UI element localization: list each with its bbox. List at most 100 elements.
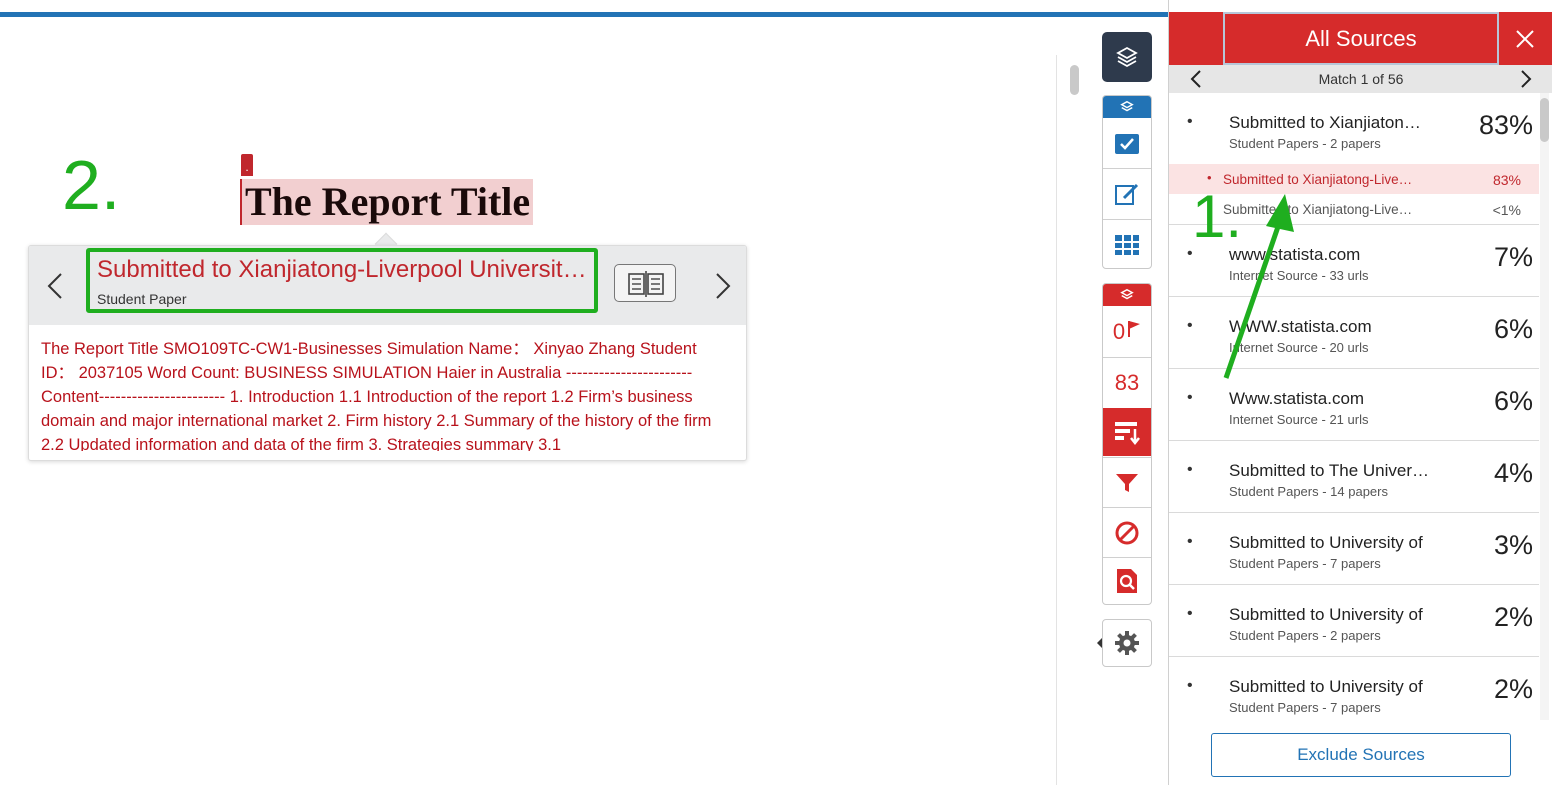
subsource-name: Submitted to Xianjiatong-Liverpool Unive… bbox=[1223, 172, 1413, 187]
excluded-sources-button[interactable] bbox=[1103, 509, 1151, 557]
subsource-name: Submitted to Xianjiatong-Liverpool Unive… bbox=[1223, 202, 1413, 217]
sidebar-header: All Sources bbox=[1169, 12, 1552, 65]
source-item[interactable]: • Submitted to The University Student Pa… bbox=[1169, 441, 1539, 513]
source-percentage: 7% bbox=[1493, 242, 1533, 272]
annotation-highlight-box bbox=[86, 248, 598, 313]
match-overview-button[interactable]: 83 bbox=[1103, 359, 1151, 407]
toolbar-divider bbox=[1103, 168, 1151, 169]
source-detail: Internet Source - 21 urls bbox=[1229, 412, 1369, 427]
book-compare-icon bbox=[628, 271, 664, 297]
sources-sidebar: All Sources Match 1 of 56 • Submitted to… bbox=[1168, 0, 1552, 785]
source-search-button[interactable] bbox=[1103, 557, 1151, 605]
layers-toggle-button[interactable] bbox=[1102, 32, 1152, 82]
source-percentage: 2% bbox=[1493, 674, 1533, 704]
source-percentage: 3% bbox=[1493, 530, 1533, 560]
sidebar-title[interactable]: All Sources bbox=[1223, 12, 1499, 65]
source-item[interactable]: • Submitted to University of Student Pap… bbox=[1169, 513, 1539, 585]
source-name: Www.statista.com bbox=[1229, 389, 1365, 408]
sort-list-icon bbox=[1115, 422, 1140, 445]
document-search-icon bbox=[1117, 569, 1137, 593]
gear-icon bbox=[1115, 631, 1139, 655]
match-navigation: Match 1 of 56 bbox=[1169, 65, 1552, 93]
source-detail: Student Papers - 2 papers bbox=[1229, 136, 1381, 151]
source-percentage: 6% bbox=[1493, 386, 1533, 416]
previous-match-icon[interactable] bbox=[43, 268, 69, 304]
flag-icon bbox=[1128, 321, 1141, 337]
close-icon[interactable] bbox=[1509, 24, 1541, 54]
popup-header: Submitted to Xianjiatong-Liverpool Unive… bbox=[29, 246, 746, 325]
subsource-percentage: 83% bbox=[1492, 172, 1521, 188]
source-detail: Student Papers - 7 papers bbox=[1229, 556, 1381, 571]
settings-button[interactable] bbox=[1102, 619, 1152, 667]
filter-icon bbox=[1116, 474, 1138, 492]
toolbar-divider bbox=[1103, 219, 1151, 220]
top-progress-bar bbox=[0, 12, 1168, 17]
similarity-score: 83 bbox=[1114, 370, 1140, 395]
match-marker[interactable]: . bbox=[241, 154, 253, 176]
annotation-step-1: 1. bbox=[1192, 183, 1243, 250]
grading-toolbar-group bbox=[1102, 95, 1152, 269]
source-percentage: 6% bbox=[1493, 314, 1533, 344]
rubric-grid-button[interactable] bbox=[1103, 221, 1151, 269]
source-percentage: 83% bbox=[1478, 110, 1533, 140]
subsource-percentage: <1% bbox=[1492, 202, 1521, 218]
source-name: Submitted to University of bbox=[1229, 605, 1423, 624]
source-item[interactable]: • Www.statista.com Internet Source - 21 … bbox=[1169, 369, 1539, 441]
source-detail: Student Papers - 7 papers bbox=[1229, 700, 1381, 715]
exclude-sources-button[interactable]: Exclude Sources bbox=[1211, 733, 1511, 777]
layers-icon bbox=[1120, 288, 1134, 300]
annotation-step-2: 2. bbox=[62, 146, 121, 224]
document-scrollbar[interactable] bbox=[1070, 65, 1079, 95]
side-by-side-compare-button[interactable] bbox=[614, 264, 676, 302]
highlighted-report-title[interactable]: The Report Title bbox=[240, 179, 534, 225]
edit-icon bbox=[1115, 183, 1139, 205]
sidebar-footer: Exclude Sources bbox=[1169, 720, 1552, 785]
flag-count: 0 bbox=[1112, 319, 1126, 344]
similarity-group-header[interactable] bbox=[1103, 284, 1151, 306]
edit-comment-button[interactable] bbox=[1103, 170, 1151, 218]
list-bullet: • bbox=[1187, 389, 1193, 406]
match-popup: Submitted to Xianjiatong-Liverpool Unive… bbox=[28, 245, 747, 461]
source-detail: Student Papers - 2 papers bbox=[1229, 628, 1381, 643]
next-match-icon[interactable] bbox=[709, 268, 735, 304]
source-name: Submitted to The University bbox=[1229, 461, 1429, 480]
grading-group-header[interactable] bbox=[1103, 96, 1151, 118]
source-name: WWW.statista.com bbox=[1229, 317, 1372, 336]
toolbar-divider bbox=[1103, 457, 1151, 458]
match-counter: Match 1 of 56 bbox=[1318, 71, 1404, 87]
block-icon bbox=[1115, 521, 1139, 545]
checkmark-tool-button[interactable] bbox=[1103, 120, 1151, 168]
grid-icon bbox=[1115, 235, 1139, 255]
layers-icon bbox=[1120, 100, 1134, 112]
layers-icon bbox=[1116, 46, 1138, 68]
source-percentage: 4% bbox=[1493, 458, 1533, 488]
source-detail: Internet Source - 20 urls bbox=[1229, 340, 1369, 355]
source-item[interactable]: • Submitted to University of Student Pap… bbox=[1169, 585, 1539, 657]
flags-button[interactable]: 0 bbox=[1103, 308, 1151, 356]
checkbox-icon bbox=[1115, 134, 1139, 154]
list-bullet: • bbox=[1187, 677, 1193, 694]
filter-button[interactable] bbox=[1103, 459, 1151, 507]
toolbar-divider bbox=[1103, 357, 1151, 358]
similarity-toolbar-group: 0 83 bbox=[1102, 283, 1152, 605]
source-item[interactable]: • Submitted to University of Student Pap… bbox=[1169, 657, 1539, 720]
popup-excerpt: The Report Title SMO109TC-CW1-Businesses… bbox=[41, 340, 712, 451]
sidebar-scrollbar[interactable] bbox=[1540, 98, 1549, 142]
source-item[interactable]: • WWW.statista.com Internet Source - 20 … bbox=[1169, 297, 1539, 369]
source-name: www.statista.com bbox=[1229, 245, 1361, 264]
list-bullet: • bbox=[1187, 113, 1193, 130]
list-bullet: • bbox=[1187, 605, 1193, 622]
sidebar-scroll-track bbox=[1540, 93, 1549, 720]
source-name: Submitted to Xianjiatong-Liverpool Unive… bbox=[1229, 113, 1429, 132]
list-bullet: • bbox=[1187, 317, 1193, 334]
list-bullet: • bbox=[1187, 461, 1193, 478]
source-name: Submitted to University of bbox=[1229, 533, 1423, 552]
page-root: 2. . The Report Title Submitted to Xianj… bbox=[0, 0, 1552, 785]
list-bullet: • bbox=[1187, 533, 1193, 550]
source-detail: Internet Source - 33 urls bbox=[1229, 268, 1369, 283]
document-scroll-track bbox=[1056, 55, 1057, 785]
all-sources-button[interactable] bbox=[1103, 408, 1151, 456]
source-detail: Student Papers - 14 papers bbox=[1229, 484, 1388, 499]
toolbar-divider bbox=[1103, 507, 1151, 508]
next-match-icon[interactable] bbox=[1515, 68, 1537, 90]
